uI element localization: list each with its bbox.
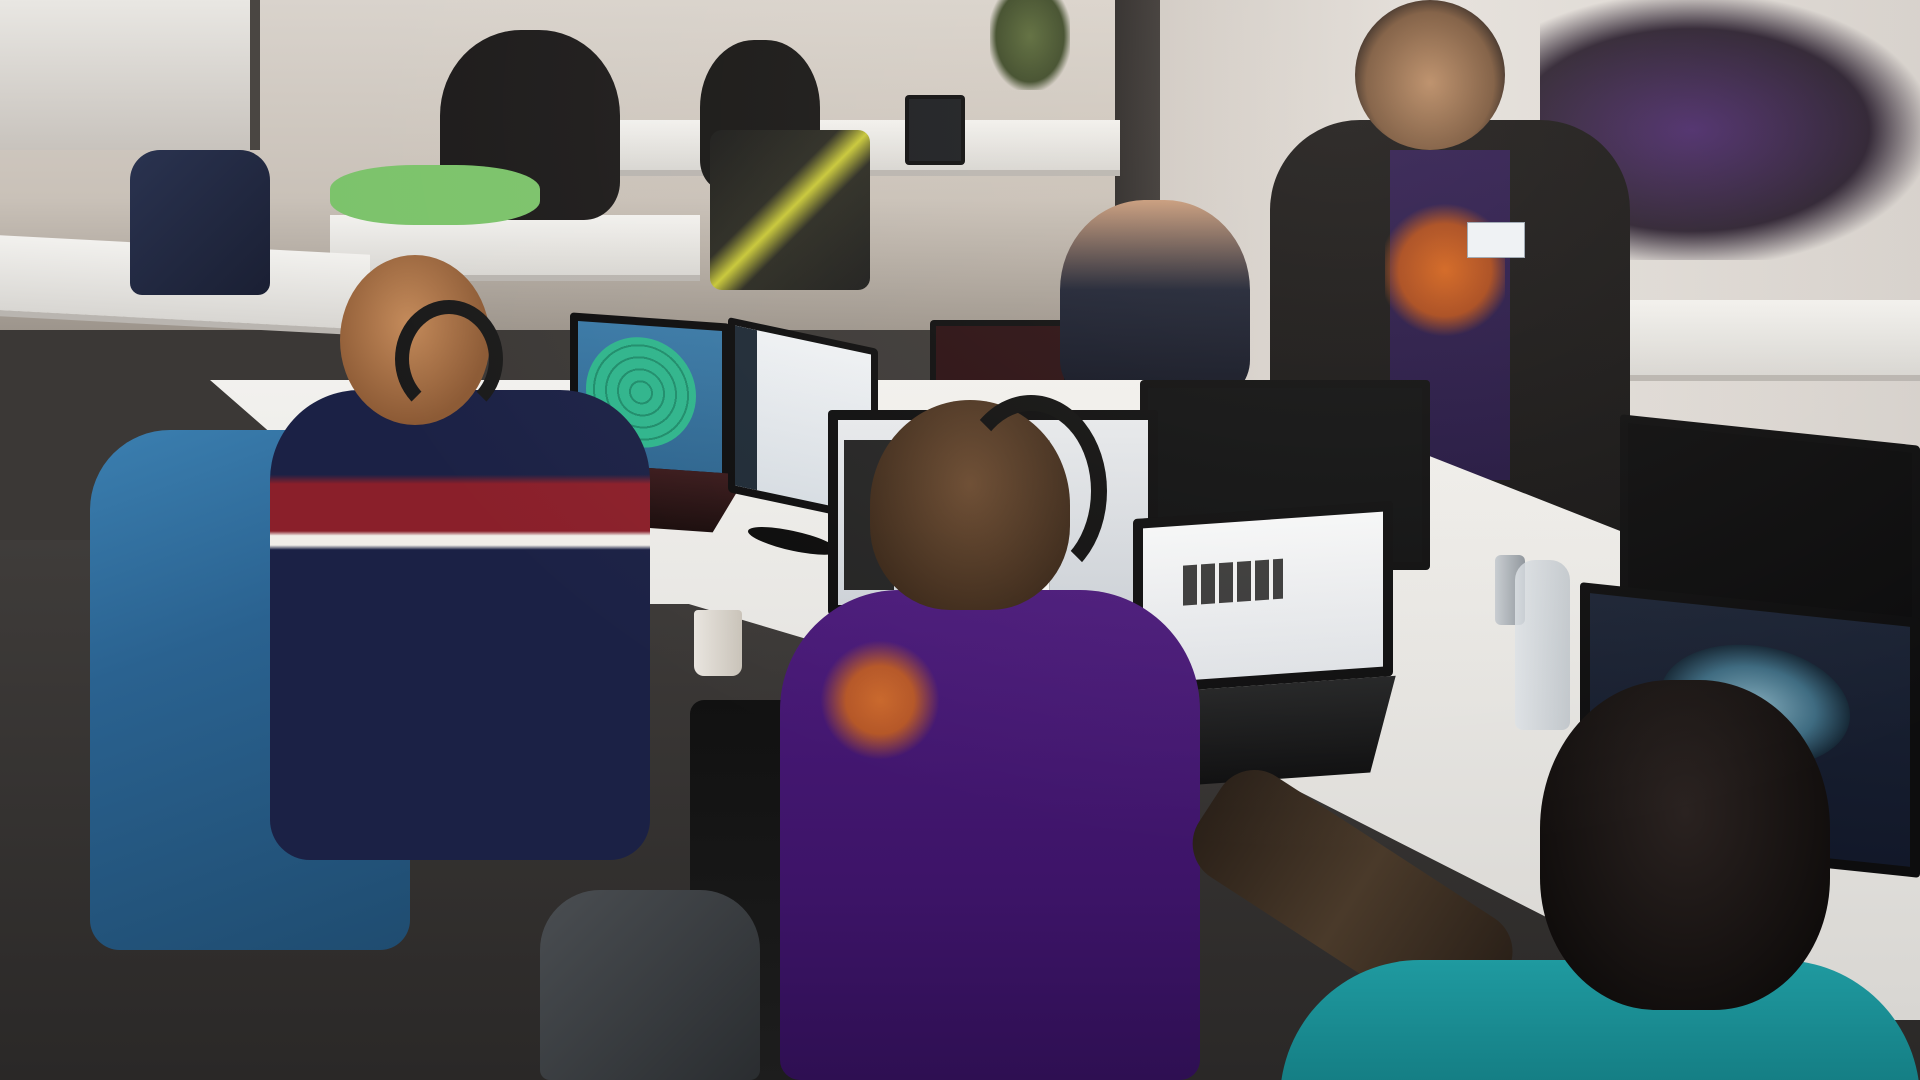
person-nordic-sweater [270,390,650,860]
standing-person-head [1355,0,1505,150]
window [0,0,260,150]
shirt-orange-print [1385,200,1505,340]
teal-shirt-person-head [1540,680,1830,1010]
yellow-black-chair [710,130,870,290]
water-bottle [1515,560,1570,730]
headphones [395,300,503,418]
headphones-2 [955,395,1107,587]
desk-far-right [1580,300,1920,375]
name-tag [1467,222,1525,258]
green-pillow [330,165,540,225]
paper-cup [694,610,742,676]
photo-scene [0,0,1920,1080]
far-laptop [905,95,965,165]
shirt-print [820,640,940,760]
grey-backpack [540,890,760,1080]
backpack [130,150,270,295]
person-with-headset [1060,200,1250,400]
potted-plant [990,0,1070,90]
